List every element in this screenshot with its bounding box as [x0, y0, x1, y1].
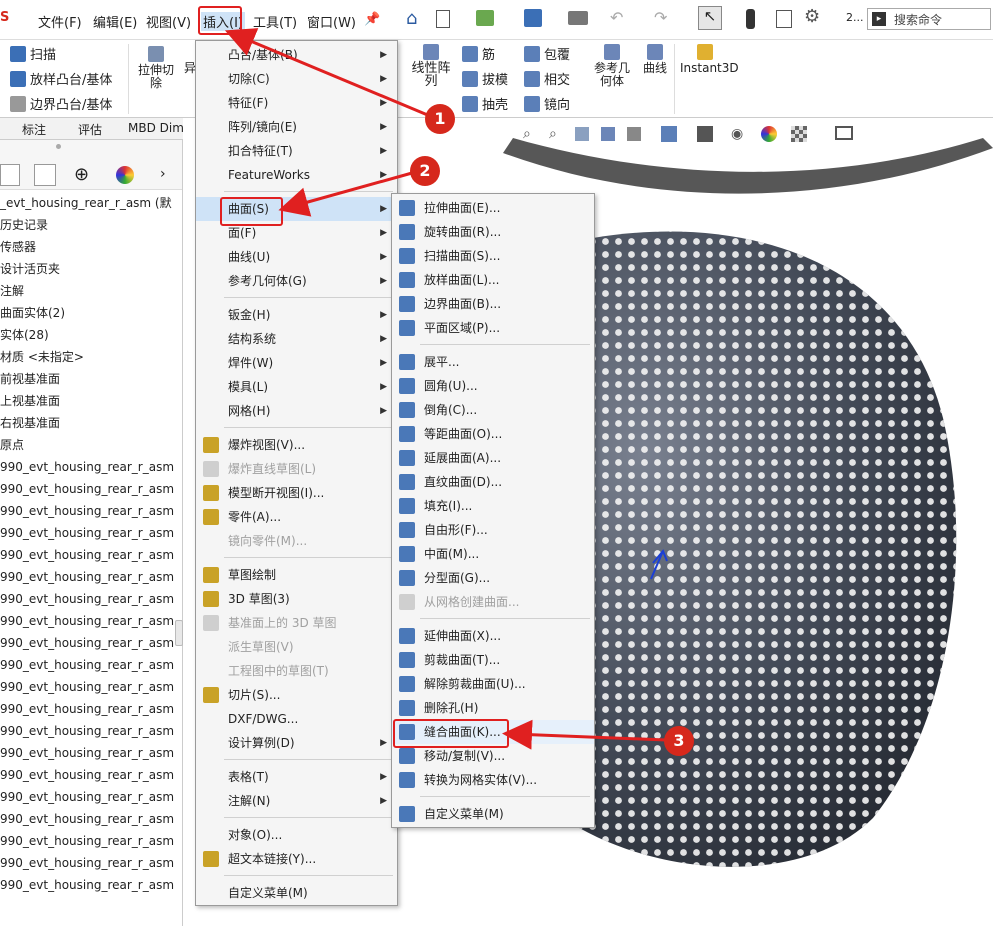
annotation-arrows	[224, 28, 667, 750]
callout-1: 1	[425, 104, 455, 134]
callout-3: 3	[664, 726, 694, 756]
callout-2: 2	[410, 156, 440, 186]
